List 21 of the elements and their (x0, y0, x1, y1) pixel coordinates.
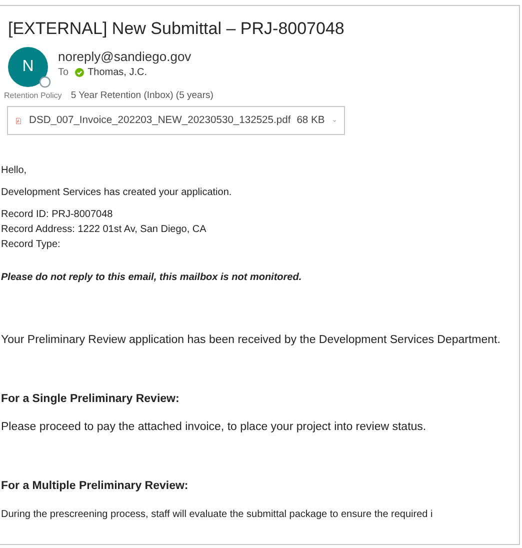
message-text: Development Services has created your application. (1, 186, 233, 200)
attachment-filename: DSD_007_Invoice_202203_NEW_20230530_132525.pdf (29, 115, 291, 126)
recipient-name[interactable]: Thomas, J.C. (88, 67, 148, 78)
to-label: To (58, 67, 69, 78)
message-text: Your Preliminary Review application has been received by the Development Services Department. (1, 333, 502, 348)
message-text: For a Multiple Preliminary Review: (1, 479, 190, 494)
retention-value: 5 Year Retention (Inbox) (5 years) (70, 90, 214, 101)
message-text: Hello, (1, 164, 28, 178)
message-text: Record ID: PRJ-8007048 (1, 208, 114, 222)
attachment-card[interactable]: DSD_007_Invoice_202203_NEW_20230530_132525.pdf 68 KB (7, 106, 345, 135)
message-text: Please proceed to pay the attached invoice, to place your project into review status. (1, 420, 428, 435)
sender-avatar: N (8, 47, 48, 87)
retention-label: Retention Policy (4, 90, 62, 101)
message-text: Please do not reply to this email, this mailbox is not monitored. (1, 271, 303, 285)
message-text: Record Address: 1222 01st Av, San Diego, CA (1, 223, 208, 237)
message-text: Record Type: (1, 238, 62, 252)
message-text: For a Single Preliminary Review: (1, 392, 180, 407)
email-subject: [EXTERNAL] New Submittal – PRJ-8007048 (8, 19, 346, 39)
attachment-size: 68 KB (296, 115, 325, 126)
message-text: During the prescreening process, staff will evaluate the submittal package to ensure the required i (1, 508, 434, 522)
sender-address[interactable]: noreply@sandiego.gov (58, 49, 192, 64)
